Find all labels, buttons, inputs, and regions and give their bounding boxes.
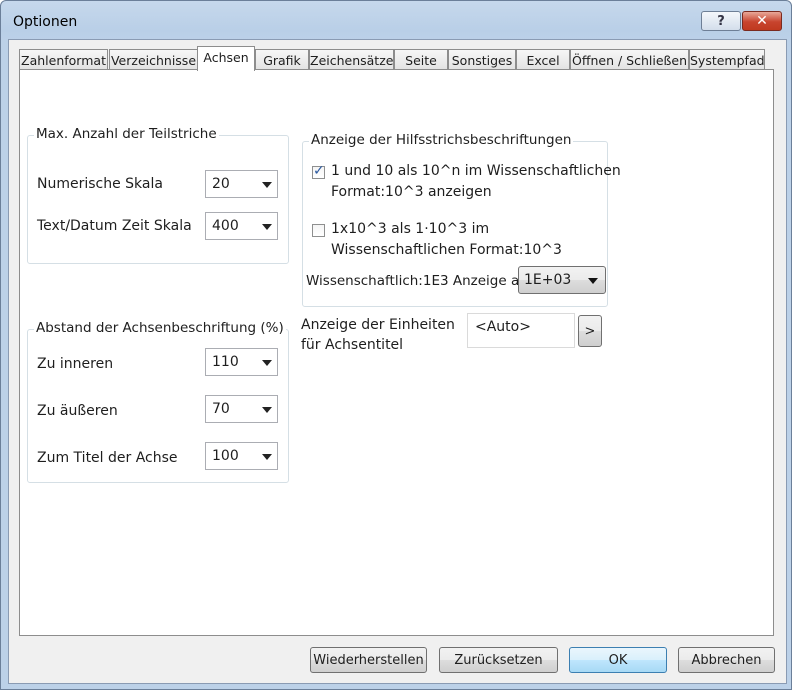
- dot-format-checkbox[interactable]: [312, 224, 325, 237]
- close-button[interactable]: ✕: [742, 11, 782, 31]
- units-label-line1: Anzeige der Einheiten: [301, 317, 455, 333]
- ticks-group: Max. Anzahl der Teilstriche Numerische S…: [27, 126, 289, 264]
- window-title: Optionen: [13, 14, 78, 30]
- chevron-right-icon: >: [584, 324, 596, 339]
- sci-display-dropdown[interactable]: 1E+03: [518, 266, 606, 294]
- outer-spacing-combo[interactable]: 70: [205, 395, 278, 423]
- tab-seite[interactable]: Seite: [394, 49, 448, 69]
- inner-spacing-label: Zu inneren: [37, 356, 114, 372]
- tab-excel[interactable]: Excel: [516, 49, 570, 69]
- sci-format-checkbox[interactable]: ✓: [312, 163, 325, 179]
- tab-zeichensaetze[interactable]: Zeichensätze: [309, 49, 394, 69]
- chevron-down-icon: [262, 454, 272, 460]
- axis-title-spacing-label: Zum Titel der Achse: [37, 450, 178, 466]
- axis-title-spacing-combo[interactable]: 100: [205, 442, 278, 470]
- checkmark-icon: ✓: [313, 163, 325, 179]
- chevron-down-icon: [262, 224, 272, 230]
- tab-verzeichnisse[interactable]: Verzeichnisse: [109, 49, 198, 69]
- sci-display-value: 1E+03: [524, 272, 572, 288]
- chevron-down-icon: [262, 360, 272, 366]
- help-icon: ?: [717, 13, 725, 29]
- sci-display-label: Wissenschaftlich:1E3 Anzeige als: [306, 273, 531, 289]
- inner-spacing-value: 110: [212, 354, 239, 370]
- spacing-group-legend: Abstand der Achsenbeschriftung (%): [34, 320, 286, 336]
- inner-spacing-combo[interactable]: 110: [205, 348, 278, 376]
- units-field-value: <Auto>: [475, 319, 531, 335]
- dot-format-label-line1: 1x10^3 als 1·10^3 im: [331, 221, 490, 237]
- dialog-client: Zahlenformat Verzeichnisse Achsen Grafik…: [8, 39, 787, 684]
- axis-title-spacing-value: 100: [212, 448, 239, 464]
- options-dialog: Optionen ? ✕ Zahlenformat Verzeichnisse …: [0, 0, 792, 690]
- tab-zahlenformat[interactable]: Zahlenformat: [19, 49, 108, 69]
- ok-button[interactable]: OK: [569, 647, 667, 673]
- chevron-down-icon: [262, 407, 272, 413]
- tab-achsen[interactable]: Achsen: [197, 46, 255, 71]
- numeric-scale-label: Numerische Skala: [37, 176, 163, 192]
- tab-grafik[interactable]: Grafik: [255, 49, 309, 69]
- spacing-group: Abstand der Achsenbeschriftung (%) Zu in…: [27, 320, 289, 483]
- numeric-scale-value: 20: [212, 176, 230, 192]
- text-date-scale-value: 400: [212, 218, 239, 234]
- ticks-group-legend: Max. Anzahl der Teilstriche: [34, 126, 219, 142]
- units-field[interactable]: <Auto>: [467, 313, 575, 348]
- help-button[interactable]: ?: [701, 11, 741, 31]
- dot-format-label-line2: Wissenschaftlichen Format:10^3: [331, 242, 562, 258]
- text-date-scale-combo[interactable]: 400: [205, 212, 278, 240]
- chevron-down-icon: [588, 278, 598, 284]
- units-label-line2: für Achsentitel: [301, 337, 404, 353]
- tab-sonstiges[interactable]: Sonstiges: [448, 49, 516, 69]
- chevron-down-icon: [262, 182, 272, 188]
- sci-format-label-line1: 1 und 10 als 10^n im Wissenschaftlichen: [331, 163, 621, 179]
- outer-spacing-value: 70: [212, 401, 230, 417]
- sci-format-label-line2: Format:10^3 anzeigen: [331, 184, 492, 200]
- restore-button[interactable]: Wiederherstellen: [310, 647, 427, 673]
- text-date-scale-label: Text/Datum Zeit Skala: [37, 218, 192, 234]
- tab-panel-achsen: Max. Anzahl der Teilstriche Numerische S…: [19, 69, 774, 636]
- gridlabel-group-legend: Anzeige der Hilfsstrichsbeschriftungen: [309, 132, 574, 148]
- reset-button[interactable]: Zurücksetzen: [439, 647, 558, 673]
- numeric-scale-combo[interactable]: 20: [205, 170, 278, 198]
- cancel-button[interactable]: Abbrechen: [678, 647, 775, 673]
- units-picker-button[interactable]: >: [578, 315, 602, 347]
- title-bar[interactable]: Optionen ? ✕: [1, 1, 791, 41]
- outer-spacing-label: Zu äußeren: [37, 403, 118, 419]
- gridlabel-group: Anzeige der Hilfsstrichsbeschriftungen ✓…: [302, 132, 621, 307]
- tab-systempfad[interactable]: Systempfad: [689, 49, 765, 69]
- close-icon: ✕: [756, 13, 768, 29]
- tab-oeffnen-schliessen[interactable]: Öffnen / Schließen: [570, 49, 689, 69]
